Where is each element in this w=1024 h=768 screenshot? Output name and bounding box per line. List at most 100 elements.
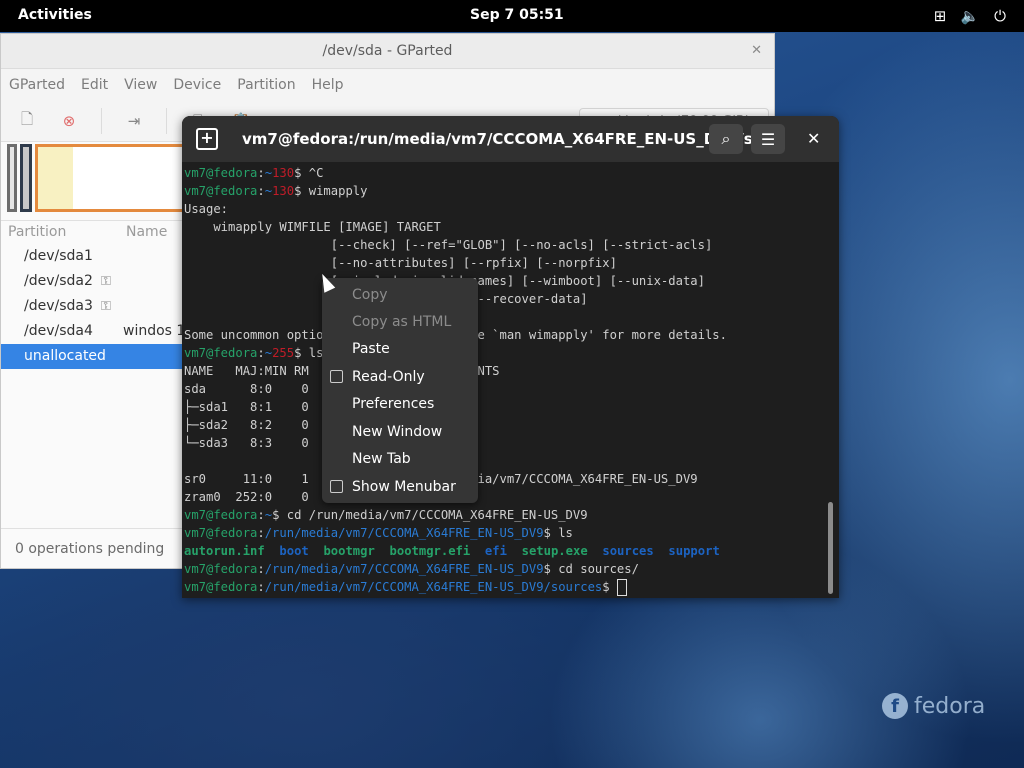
context-menu: Copy Copy as HTML Paste Read-Only Preference…: [322, 278, 478, 503]
close-icon[interactable]: ✕: [807, 129, 820, 148]
menu-icon[interactable]: ☰: [751, 124, 785, 154]
partition-row[interactable]: /dev/sda3 ⚿: [1, 294, 201, 319]
new-partition-icon[interactable]: 🗋: [17, 110, 37, 131]
ls-gap: [309, 544, 324, 558]
partition-row[interactable]: /dev/sda2 ⚿: [1, 269, 201, 294]
menu-item-show-menubar[interactable]: Show Menubar: [352, 476, 456, 498]
ls-entry: bootmgr.efi: [389, 544, 471, 558]
exit-code: 130: [272, 184, 295, 198]
menu-item-new-tab[interactable]: New Tab: [352, 448, 411, 470]
prompt-separator: :: [257, 508, 265, 522]
prompt-user: vm7@fedora: [184, 562, 258, 576]
menu-device[interactable]: Device: [165, 77, 229, 93]
top-bar: Activities Sep 7 05:51 ⊞ 🔈 ⏻: [0, 0, 1024, 32]
terminal-line: vm7@fedora:/run/media/vm7/CCCOMA_X64FRE_…: [184, 578, 824, 596]
menu-item-paste[interactable]: Paste: [352, 338, 390, 360]
terminal-line: ├─sda2 8:2 0: [184, 418, 309, 432]
column-name[interactable]: Name: [126, 224, 167, 240]
power-icon[interactable]: ⏻: [990, 6, 1010, 26]
menu-edit[interactable]: Edit: [73, 77, 116, 93]
prompt-separator: :: [257, 166, 265, 180]
prompt-path: /run/media/vm7/CCCOMA_X64FRE_EN-US_DV9: [264, 526, 544, 540]
gparted-titlebar[interactable]: /dev/sda - GParted ✕: [1, 34, 774, 69]
new-tab-icon[interactable]: +: [196, 128, 218, 150]
ls-gap: [375, 544, 390, 558]
partition-row[interactable]: /dev/sda4 windos 11: [1, 319, 201, 344]
prompt-separator: :: [257, 184, 265, 198]
delete-icon[interactable]: ⊗: [59, 111, 79, 131]
column-partition[interactable]: Partition: [8, 224, 66, 240]
terminal-line: vm7@fedora:~130$ wimapply: [184, 182, 824, 200]
window-title: /dev/sda - GParted: [322, 43, 453, 59]
ls-entry: bootmgr: [323, 544, 375, 558]
prompt-user: vm7@fedora: [184, 526, 258, 540]
ls-output: autorun.inf boot bootmgr bootmgr.efi efi…: [184, 542, 824, 560]
ls-entry: autorun.inf: [184, 544, 265, 558]
exit-code: 130: [272, 166, 295, 180]
ls-entry: efi: [484, 544, 507, 558]
partition-list: /dev/sda1 /dev/sda2 ⚿ /dev/sda3 ⚿ /dev/s…: [1, 244, 201, 369]
terminal-line: [--include-invalid-names] [--wimboot] [-…: [331, 274, 705, 288]
terminal-headerbar[interactable]: + vm7@fedora:/run/media/vm7/CCCOMA_X64FR…: [182, 116, 839, 162]
clock[interactable]: Sep 7 05:51: [470, 7, 564, 23]
ls-entry: setup.exe: [521, 544, 588, 558]
menu-item-preferences[interactable]: Preferences: [352, 393, 434, 415]
terminal-line: Usage:: [184, 202, 229, 216]
show-menubar-checkbox[interactable]: [330, 480, 343, 493]
disk-map-partition[interactable]: [35, 144, 205, 212]
terminal-line: [--compact=FORMAT] [--recover-data]: [331, 292, 588, 306]
close-icon[interactable]: ✕: [751, 34, 762, 68]
partition-name: /dev/sda3: [24, 298, 93, 314]
command-text: $ wimapply: [294, 184, 368, 198]
terminal-line: vm7@fedora:~130$ ^C: [184, 164, 824, 182]
prompt-separator: :: [257, 526, 265, 540]
menu-item-new-window[interactable]: New Window: [352, 421, 442, 443]
key-icon: ⚿: [101, 274, 111, 289]
partition-name: unallocated: [24, 348, 106, 364]
terminal-line: vm7@fedora:/run/media/vm7/CCCOMA_X64FRE_…: [184, 524, 824, 542]
menu-gparted[interactable]: GParted: [1, 77, 73, 93]
menu-item-copy-as-html: Copy as HTML: [352, 314, 452, 330]
read-only-checkbox[interactable]: [330, 370, 343, 383]
partition-row[interactable]: unallocated: [1, 344, 201, 369]
disk-map-segment[interactable]: [20, 144, 32, 212]
terminal-line: └─sda3 8:3 0: [184, 436, 309, 450]
terminal-line: NAME MAJ:MIN RM SIZE RO TYPE MOUNTPOINTS: [184, 364, 500, 378]
scrollbar[interactable]: [828, 502, 833, 594]
ls-gap: [654, 544, 669, 558]
partition-row[interactable]: /dev/sda1: [1, 244, 201, 269]
prompt-path: ~: [264, 184, 273, 198]
search-icon[interactable]: ⌕: [709, 124, 743, 154]
terminal-window: + vm7@fedora:/run/media/vm7/CCCOMA_X64FR…: [182, 116, 839, 598]
menu-partition[interactable]: Partition: [229, 77, 303, 93]
network-icon[interactable]: ⊞: [930, 6, 950, 26]
prompt-user: vm7@fedora: [184, 166, 258, 180]
prompt-path: /run/media/vm7/CCCOMA_X64FRE_EN-US_DV9: [264, 562, 544, 576]
activities-button[interactable]: Activities: [18, 7, 92, 23]
ls-entry: sources: [602, 544, 654, 558]
prompt-separator: :: [257, 562, 265, 576]
command-text: $ ls: [543, 526, 573, 540]
menu-help[interactable]: Help: [304, 77, 352, 93]
prompt-user: vm7@fedora: [184, 184, 258, 198]
disk-map[interactable]: [5, 144, 205, 214]
volume-icon[interactable]: 🔈: [960, 6, 980, 26]
terminal-output[interactable]: vm7@fedora:~130$ ^C vm7@fedora:~130$ wima…: [184, 164, 824, 598]
terminal-line: sda 8:0 0 70G 0 disk: [184, 382, 412, 396]
partition-name: /dev/sda2: [24, 273, 93, 289]
prompt-user: vm7@fedora: [184, 346, 258, 360]
system-tray[interactable]: ⊞ 🔈 ⏻: [930, 6, 1010, 26]
fedora-logo: f fedora: [882, 690, 985, 722]
terminal-line: [--no-attributes] [--rpfix] [--norpfix]: [184, 256, 617, 270]
menu-item-read-only[interactable]: Read-Only: [352, 366, 425, 388]
gparted-menubar: GParted Edit View Device Partition Help: [1, 69, 774, 101]
terminal-title: vm7@fedora:/run/media/vm7/CCCOMA_X64FRE_…: [242, 130, 770, 148]
disk-map-segment[interactable]: [7, 144, 17, 212]
command-text: $ ^C: [294, 166, 324, 180]
prompt-separator: :: [257, 580, 265, 594]
menu-item-copy: Copy: [352, 287, 388, 303]
menu-view[interactable]: View: [116, 77, 165, 93]
apply-icon[interactable]: ⇥: [124, 111, 144, 131]
